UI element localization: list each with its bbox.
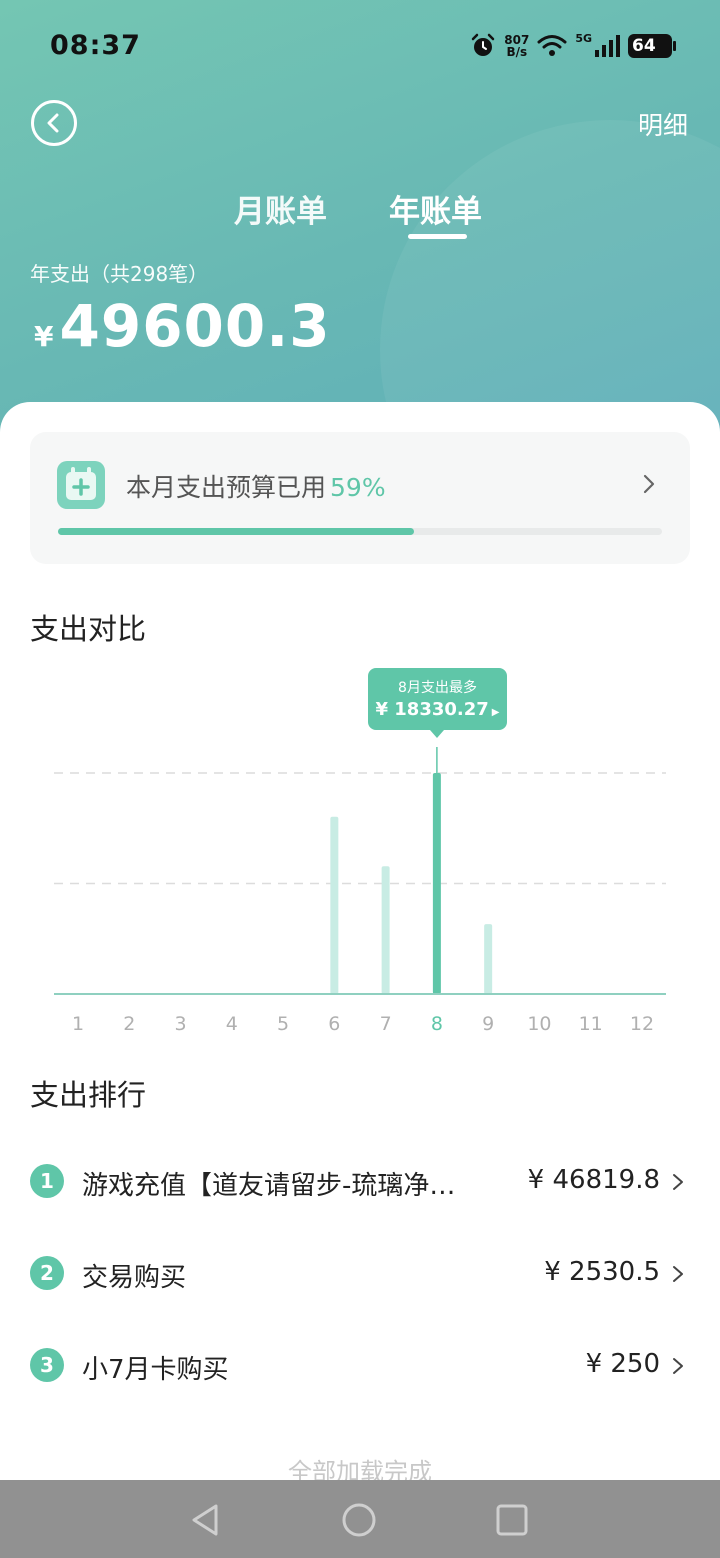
network-type: 5G	[575, 31, 592, 45]
ranking-item-amount: ¥ 2530.5	[544, 1257, 660, 1287]
year-expense-amount: ¥49600.3	[34, 292, 331, 360]
battery-level: 64	[632, 36, 656, 56]
chevron-right-icon	[643, 474, 655, 494]
ranking-item-name: 游戏充值【道友请留步-琉璃净…	[82, 1171, 456, 1201]
chart-x-tick: 4	[226, 1013, 238, 1035]
ranking-item-amount: ¥ 250	[585, 1349, 660, 1379]
network-speed-unit: B/s	[506, 45, 528, 59]
chevron-right-icon	[673, 1174, 683, 1190]
caret-right-icon: ▶	[491, 707, 500, 718]
chart-bar	[432, 773, 441, 994]
status-time: 08:37	[50, 30, 141, 61]
chart-x-tick: 1	[72, 1013, 84, 1035]
detail-link[interactable]: 明细	[638, 106, 688, 142]
ranking-item[interactable]: 1 游戏充值【道友请留步-琉璃净… ¥ 46819.8	[30, 1152, 690, 1212]
status-icons: 807 B/s 5G 64	[470, 30, 676, 62]
chart-x-tick: 5	[277, 1013, 289, 1035]
tooltip-amount: ¥ 18330.27	[375, 699, 489, 720]
back-button[interactable]	[30, 99, 78, 147]
budget-progress-fill	[58, 528, 415, 535]
alarm-icon	[472, 33, 495, 56]
ranking-item-name: 小7月卡购买	[82, 1355, 229, 1385]
chart-x-tick: 12	[630, 1013, 654, 1035]
expense-compare-chart: 1 2 3 4 5 6 7 8 9 10 11 12	[54, 747, 666, 1035]
tooltip-label: 8月支出最多	[398, 680, 477, 696]
budget-percent: 59%	[330, 473, 386, 502]
chart-x-tick: 9	[482, 1013, 494, 1035]
ranking-item[interactable]: 3 小7月卡购买 ¥ 250	[30, 1336, 690, 1396]
budget-label: 本月支出预算已用	[126, 473, 327, 502]
content-sheet: 本月支出预算已用 59% 支出对比 1 2 3 4 5 6 7 8 9 10 11 12 8月支出最多 …	[0, 402, 720, 1558]
recents-square-icon[interactable]	[492, 1500, 532, 1540]
status-bar: 08:37 807 B/s 5G 64	[0, 0, 720, 92]
calendar-add-icon	[57, 461, 105, 509]
budget-card[interactable]: 本月支出预算已用 59%	[30, 432, 690, 564]
chart-x-tick: 8	[431, 1013, 443, 1035]
rank-badge: 3	[30, 1348, 64, 1382]
tab-monthly-bill[interactable]: 月账单	[234, 186, 327, 231]
chart-x-tick: 2	[123, 1013, 135, 1035]
chart-bar	[484, 924, 493, 994]
ranking-item-amount: ¥ 46819.8	[527, 1165, 660, 1195]
ranking-item[interactable]: 2 交易购买 ¥ 2530.5	[30, 1244, 690, 1304]
ranking-item-name: 交易购买	[82, 1263, 187, 1293]
chart-bar	[330, 816, 339, 994]
chart-x-tick: 10	[527, 1013, 551, 1035]
compare-title: 支出对比	[30, 612, 147, 646]
battery-icon: 64	[628, 34, 676, 58]
max-month-tooltip[interactable]: 8月支出最多 ¥ 18330.27 ▶	[368, 668, 507, 738]
chart-x-tick: 7	[380, 1013, 392, 1035]
header-glow	[380, 120, 720, 440]
wifi-icon	[537, 35, 567, 56]
year-amount-value: 49600.3	[59, 292, 331, 360]
chart-x-tick: 6	[328, 1013, 340, 1035]
chevron-right-icon	[673, 1266, 683, 1282]
back-triangle-icon[interactable]	[186, 1500, 226, 1540]
year-expense-label: 年支出（共298笔）	[30, 262, 209, 286]
system-nav-bar	[0, 1480, 720, 1558]
rank-badge: 1	[30, 1164, 64, 1198]
tab-yearly-bill[interactable]: 年账单	[389, 186, 482, 231]
chart-bar	[381, 866, 390, 994]
signal-icon	[595, 35, 620, 57]
home-circle-icon[interactable]	[339, 1500, 379, 1540]
tooltip-value: ¥ 18330.27 ▶	[368, 699, 507, 720]
chevron-right-icon	[673, 1358, 683, 1374]
network-speed: 807 B/s	[504, 34, 529, 58]
budget-progress-bar	[58, 528, 662, 535]
currency-symbol: ¥	[34, 320, 54, 353]
ranking-title: 支出排行	[30, 1078, 147, 1112]
budget-text: 本月支出预算已用 59%	[126, 468, 386, 504]
chart-x-tick: 11	[579, 1013, 603, 1035]
rank-badge: 2	[30, 1256, 64, 1290]
active-tab-indicator	[408, 234, 467, 239]
chart-x-tick: 3	[174, 1013, 186, 1035]
